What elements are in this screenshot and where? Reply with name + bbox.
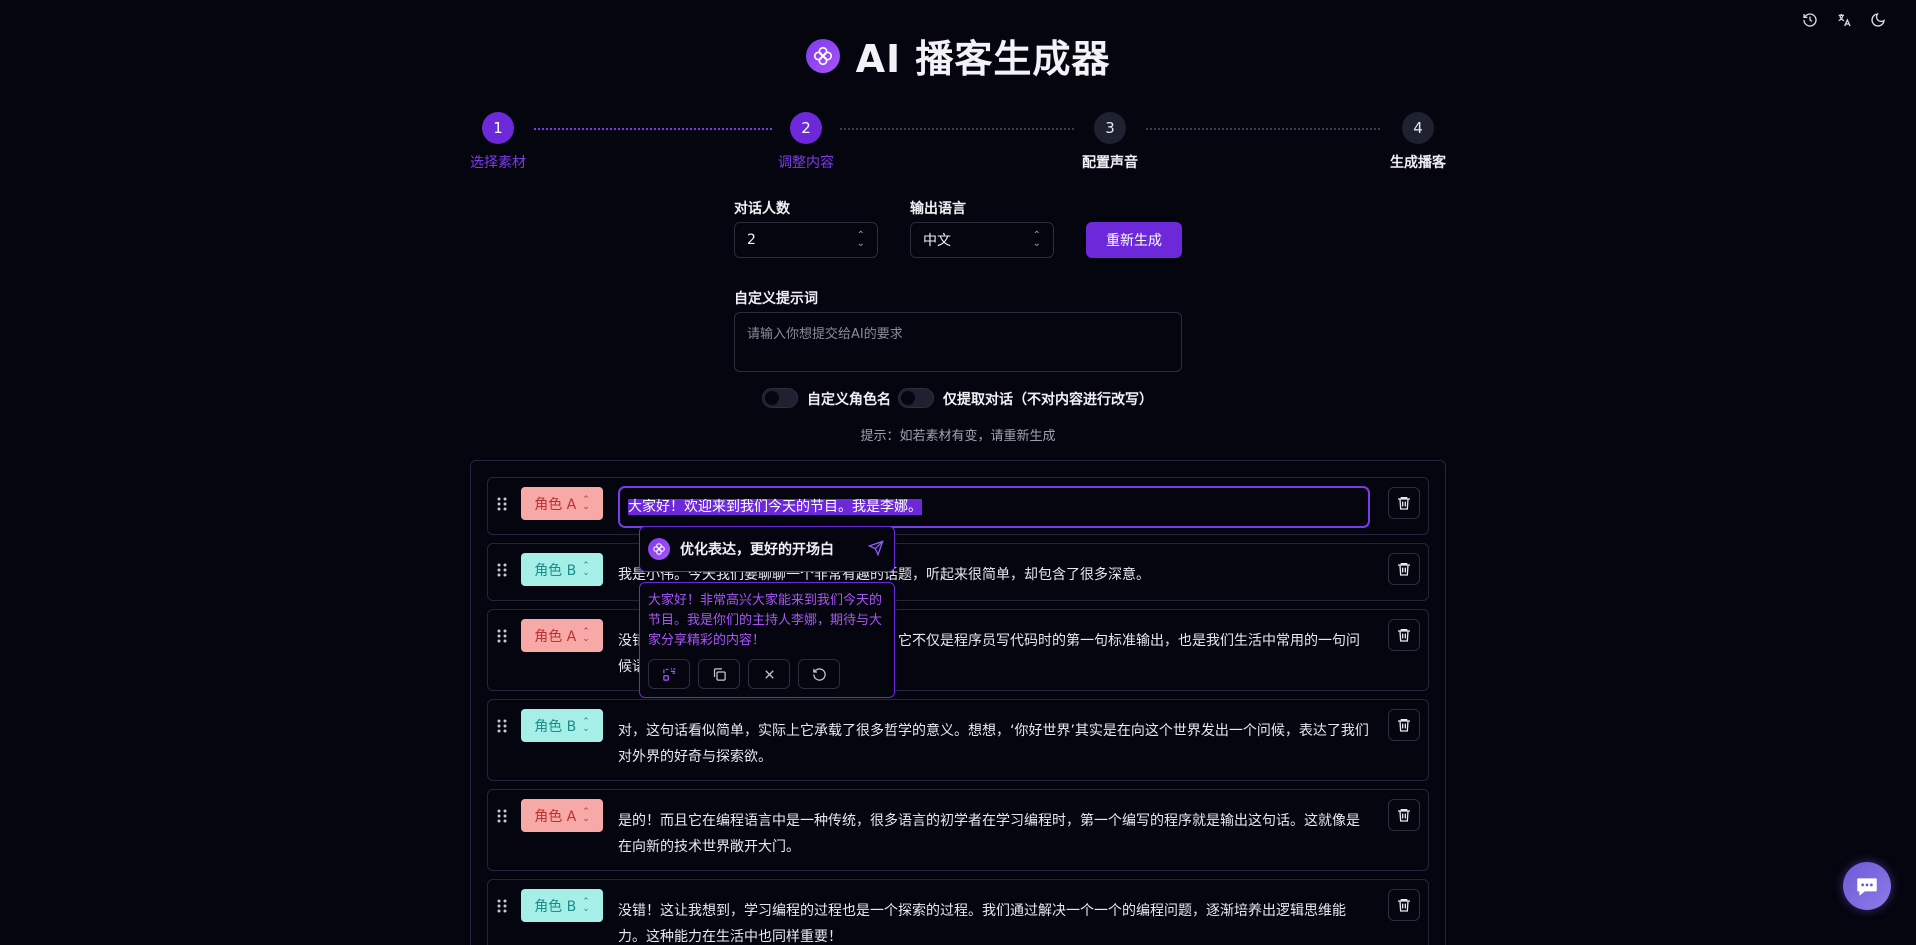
dialog-text-input[interactable]: 大家好！欢迎来到我们今天的节目。我是李娜。 [618,486,1370,528]
ai-instruction-popover: 优化表达，更好的开场白 [639,526,895,572]
trash-icon [1398,629,1410,642]
step-number: 2 [790,112,822,144]
language-label: 输出语言 [910,201,966,217]
dialog-row: 角色 A ⌃ ⌄ 是的！而且它在编程语言中是一种传统，很多语言的初学者在学习编程时，… [487,789,1429,871]
prompt-label: 自定义提示词 [734,291,818,307]
role-select[interactable]: 角色 B ⌃ ⌄ [521,553,603,586]
dialog-row: 角色 B ⌃ ⌄ 没错！这让我想到，学习编程的过程也是一个探索的过程。我们通过解决一… [487,879,1429,945]
step-4[interactable]: 4 生成播客 [1368,112,1468,172]
copy-icon[interactable] [698,659,740,689]
drag-handle-icon[interactable] [496,718,510,733]
speakers-value: 2 [747,232,756,248]
role-select[interactable]: 角色 A ⌃ ⌄ [521,799,603,832]
step-3[interactable]: 3 配置声音 [1060,112,1160,172]
flower-icon [805,38,840,73]
prompt-textarea[interactable]: 请输入你想提交给AI的要求 [734,312,1182,372]
chevron-updown-icon: ⌃ ⌄ [582,626,590,644]
dialog-row: 角色 B ⌃ ⌄ 对，这句话看似简单，实际上它承载了很多哲学的意义。想想，‘你好世界… [487,699,1429,781]
speakers-select[interactable]: 2 ⌃ ⌄ [734,222,878,258]
delete-button[interactable] [1388,709,1420,741]
chevron-updown-icon: ⌃ ⌄ [1032,230,1041,249]
progress-stepper: 1 选择素材 2 调整内容 3 配置声音 4 生成播客 [470,112,1446,172]
history-icon[interactable] [1800,10,1820,30]
theme-moon-icon[interactable] [1868,10,1888,30]
delete-button[interactable] [1388,619,1420,651]
speakers-label: 对话人数 [734,201,790,217]
ai-instruction-input[interactable]: 优化表达，更好的开场白 [680,539,868,559]
dialog-row: 角色 A⌃⌄ 没错，就是你好世界。我们最熟悉的这句话，它不仅是程序员写代码时的第… [487,609,1429,691]
role-label: 角色 A [534,808,577,825]
chat-bubble-icon[interactable] [1843,862,1891,910]
replace-icon[interactable] [648,659,690,689]
chevron-updown-icon: ⌃ ⌄ [582,494,590,512]
close-icon[interactable] [748,659,790,689]
drag-handle-icon[interactable] [496,562,510,577]
dialog-only-toggle[interactable] [898,388,934,408]
dialog-only-label: 仅提取对话（不对内容进行改写） [943,392,1153,408]
ai-suggestion-popover: 大家好！非常高兴大家能来到我们今天的节目。我是你们的主持人李娜，期待与大家分享精… [639,582,895,698]
role-select[interactable]: 角色 A ⌃ ⌄ [521,487,603,520]
trash-icon [1398,497,1410,510]
language-select[interactable]: 中文 ⌃ ⌄ [910,222,1054,258]
top-toolbar [1800,10,1888,30]
step-number: 1 [482,112,514,144]
step-label: 调整内容 [778,155,834,171]
selected-text: 大家好！欢迎来到我们今天的节目。我是李娜。 [628,499,922,515]
step-connector [534,128,772,130]
step-connector [1146,128,1380,130]
step-label: 配置声音 [1082,155,1138,171]
chevron-updown-icon: ⌃ ⌄ [582,560,590,578]
dialog-text[interactable]: 没错！这让我想到，学习编程的过程也是一个探索的过程。我们通过解决一个一个的编程问… [618,898,1370,945]
dialog-row: 角色 B ⌃ ⌄ 我是小伟。今天我们要聊聊一个非常有趣的话题，听起来很简单，却包含了… [487,543,1429,601]
regenerate-button[interactable]: 重新生成 [1086,222,1182,258]
chevron-updown-icon: ⌃ ⌄ [582,806,590,824]
role-label: 角色 A [534,496,577,513]
role-label: 角色 A [534,628,577,645]
role-select[interactable]: 角色 B ⌃ ⌄ [521,709,603,742]
chevron-updown-icon: ⌃ ⌄ [856,230,865,249]
dialog-text[interactable]: 对，这句话看似简单，实际上它承载了很多哲学的意义。想想，‘你好世界’其实是在向这… [618,718,1370,770]
trash-icon [1398,563,1410,576]
step-number: 4 [1402,112,1434,144]
step-number: 3 [1094,112,1126,144]
drag-handle-icon[interactable] [496,808,510,823]
step-label: 生成播客 [1390,155,1446,171]
retry-icon[interactable] [798,659,840,689]
dialog-list: 角色 A ⌃ ⌄ 大家好！欢迎来到我们今天的节目。我是李娜。 角色 B ⌃ ⌄ 我是小伟… [470,460,1446,945]
drag-handle-icon[interactable] [496,628,510,643]
delete-button[interactable] [1388,889,1420,921]
step-label: 选择素材 [470,155,526,171]
drag-handle-icon[interactable] [496,898,510,913]
role-label: 角色 B [534,718,577,735]
custom-roles-toggle[interactable] [762,388,798,408]
dialog-row: 角色 A ⌃ ⌄ 大家好！欢迎来到我们今天的节目。我是李娜。 [487,477,1429,535]
translate-icon[interactable] [1834,10,1854,30]
trash-icon [1398,719,1410,732]
trash-icon [1398,809,1410,822]
step-1[interactable]: 1 选择素材 [448,112,548,172]
regenerate-hint: 提示：如若素材有变，请重新生成 [860,429,1056,444]
suggestion-actions [648,659,840,689]
role-select[interactable]: 角色 B ⌃ ⌄ [521,889,603,922]
app-header: AI 播客生成器 [0,28,1916,83]
app-title: AI 播客生成器 [855,37,1111,81]
language-value: 中文 [923,233,951,249]
delete-button[interactable] [1388,553,1420,585]
role-label: 角色 B [534,562,577,579]
ai-suggestion-text: 大家好！非常高兴大家能来到我们今天的节目。我是你们的主持人李娜，期待与大家分享精… [648,593,883,648]
trash-icon [1398,899,1410,912]
send-icon[interactable] [867,540,886,558]
chevron-updown-icon: ⌃ ⌄ [582,716,590,734]
step-connector [840,128,1074,130]
chevron-updown-icon: ⌃ ⌄ [582,896,590,914]
custom-roles-label: 自定义角色名 [807,392,891,408]
dialog-text[interactable]: 是的！而且它在编程语言中是一种传统，很多语言的初学者在学习编程时，第一个编写的程… [618,808,1370,860]
delete-button[interactable] [1388,487,1420,519]
drag-handle-icon[interactable] [496,496,510,511]
flower-icon [648,538,670,560]
delete-button[interactable] [1388,799,1420,831]
role-select[interactable]: 角色 A ⌃ ⌄ [521,619,603,652]
step-2[interactable]: 2 调整内容 [756,112,856,172]
role-label: 角色 B [534,898,577,915]
